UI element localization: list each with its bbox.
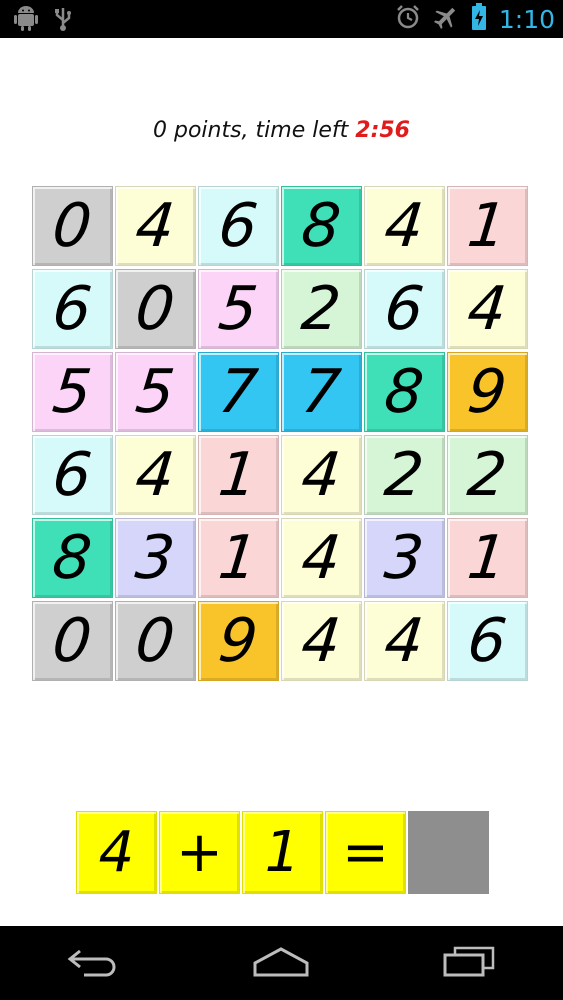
grid-tile[interactable]: 6 [447, 601, 528, 681]
grid-tile[interactable]: 6 [364, 269, 445, 349]
grid-tile[interactable]: 8 [364, 352, 445, 432]
grid-tile[interactable]: 6 [32, 269, 113, 349]
status-bar-right: 1:10 [395, 0, 555, 38]
grid-tile[interactable]: 4 [115, 435, 196, 515]
grid-tile[interactable]: 4 [447, 269, 528, 349]
grid-tile[interactable]: 0 [32, 601, 113, 681]
status-bar: 1:10 [0, 0, 563, 38]
android-debug-icon [14, 6, 38, 36]
alarm-icon [395, 4, 421, 34]
tile-digit: 5 [215, 274, 262, 344]
equation-operand-1: 4 [76, 811, 157, 894]
score-text: 0 points, time left [153, 118, 356, 143]
tile-digit: 6 [381, 274, 428, 344]
grid-tile[interactable]: 8 [32, 518, 113, 598]
grid-tile[interactable]: 1 [198, 518, 279, 598]
grid-tile[interactable]: 0 [32, 186, 113, 266]
equation-bar: 4 + 1 = [76, 811, 489, 894]
tile-digit: 4 [132, 191, 179, 261]
tile-digit: 0 [49, 606, 96, 676]
grid-tile[interactable]: 2 [447, 435, 528, 515]
tile-digit: 0 [132, 606, 179, 676]
tile-digit: 5 [132, 357, 179, 427]
grid-tile[interactable]: 4 [281, 518, 362, 598]
tile-digit: 1 [464, 523, 511, 593]
grid-tile[interactable]: 5 [115, 352, 196, 432]
tile-digit: 7 [298, 357, 345, 427]
tile-digit: 7 [215, 357, 262, 427]
tile-digit: 4 [381, 606, 428, 676]
tile-digit: 4 [132, 440, 179, 510]
time-left: 2:56 [355, 118, 410, 143]
navigation-bar [0, 926, 563, 1000]
tile-digit: 6 [49, 440, 96, 510]
equation-operator: + [159, 811, 240, 894]
airplane-mode-icon [433, 4, 459, 34]
tile-digit: 4 [298, 606, 345, 676]
tile-digit: 0 [49, 191, 96, 261]
clock-time: 1:10 [498, 4, 555, 34]
tile-digit: 8 [298, 191, 345, 261]
grid-tile[interactable]: 1 [198, 435, 279, 515]
grid-tile[interactable]: 1 [447, 186, 528, 266]
home-button[interactable] [241, 933, 321, 993]
tile-digit: 3 [381, 523, 428, 593]
answer-slot[interactable] [408, 811, 489, 894]
tile-digit: 4 [464, 274, 511, 344]
status-bar-left [14, 6, 72, 36]
equation-equals: = [325, 811, 406, 894]
tile-digit: 1 [215, 523, 262, 593]
grid-tile[interactable]: 4 [281, 601, 362, 681]
grid-tile[interactable]: 5 [198, 269, 279, 349]
home-icon [251, 945, 311, 981]
recent-apps-icon [441, 945, 497, 981]
grid-tile[interactable]: 7 [198, 352, 279, 432]
grid-tile[interactable]: 6 [198, 186, 279, 266]
grid-tile[interactable]: 3 [115, 518, 196, 598]
tile-digit: 1 [464, 191, 511, 261]
tile-digit: 6 [49, 274, 96, 344]
battery-charging-icon [471, 3, 487, 35]
grid-tile[interactable]: 7 [281, 352, 362, 432]
tile-digit: 3 [132, 523, 179, 593]
tile-digit: 9 [464, 357, 511, 427]
tile-digit: 2 [298, 274, 345, 344]
tile-digit: 6 [215, 191, 262, 261]
grid-tile[interactable]: 0 [115, 601, 196, 681]
tile-digit: 8 [381, 357, 428, 427]
tile-digit: 6 [464, 606, 511, 676]
grid-tile[interactable]: 2 [281, 269, 362, 349]
equation-operand-2: 1 [242, 811, 323, 894]
grid-tile[interactable]: 3 [364, 518, 445, 598]
grid-tile[interactable]: 4 [281, 435, 362, 515]
grid-tile[interactable]: 4 [364, 186, 445, 266]
grid-tile[interactable]: 8 [281, 186, 362, 266]
tile-digit: 5 [49, 357, 96, 427]
usb-icon [54, 6, 72, 36]
grid-tile[interactable]: 6 [32, 435, 113, 515]
tile-digit: 8 [49, 523, 96, 593]
tile-digit: 9 [215, 606, 262, 676]
grid-tile[interactable]: 5 [32, 352, 113, 432]
back-button[interactable] [54, 933, 134, 993]
grid-tile[interactable]: 4 [364, 601, 445, 681]
tile-digit: 4 [298, 523, 345, 593]
grid-tile[interactable]: 2 [364, 435, 445, 515]
tile-digit: 1 [215, 440, 262, 510]
tile-digit: 2 [381, 440, 428, 510]
tile-digit: 4 [298, 440, 345, 510]
tile-digit: 0 [132, 274, 179, 344]
tile-digit: 2 [464, 440, 511, 510]
grid-tile[interactable]: 4 [115, 186, 196, 266]
grid-tile[interactable]: 9 [447, 352, 528, 432]
grid-tile[interactable]: 9 [198, 601, 279, 681]
number-grid: 046841605264557789641422831431009446 [32, 186, 528, 682]
grid-tile[interactable]: 0 [115, 269, 196, 349]
recent-apps-button[interactable] [429, 933, 509, 993]
score-line: 0 points, time left 2:56 [0, 118, 563, 143]
back-icon [66, 945, 122, 981]
grid-tile[interactable]: 1 [447, 518, 528, 598]
tile-digit: 4 [381, 191, 428, 261]
